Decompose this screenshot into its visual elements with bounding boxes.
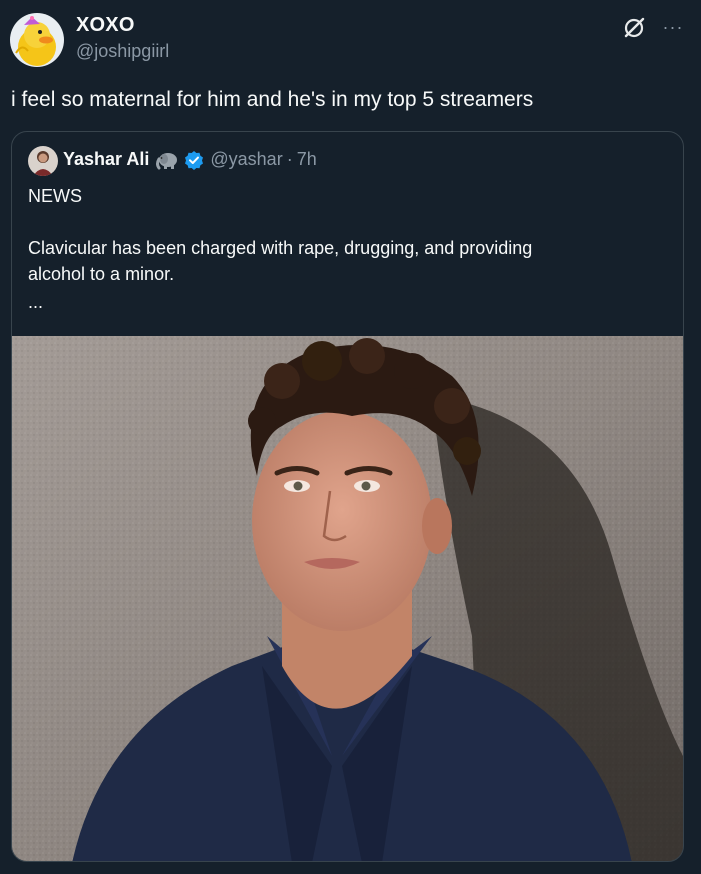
portrait-photo[interactable] [12,336,683,861]
verified-badge-icon [184,150,204,170]
grok-icon[interactable] [621,15,647,41]
post: XOXO @joshipgiirl ··· i feel so maternal… [0,0,701,874]
post-text: i feel so maternal for him and he's in m… [11,88,534,111]
person-avatar-icon [28,146,58,176]
quote-header: Yashar Ali @yashar · 7h [63,149,317,170]
separator-dot: · [286,149,293,169]
quote-author-avatar[interactable] [28,146,58,176]
author-handle[interactable]: @joshipgiirl [76,41,169,62]
author-display-name[interactable]: XOXO [76,14,135,37]
more-icon[interactable]: ··· [660,14,686,40]
quote-author-name[interactable]: Yashar Ali [63,149,149,170]
quote-text-line: ... [28,292,44,312]
elephant-icon [155,150,179,170]
quote-author-handle[interactable]: @yashar [210,149,282,170]
quote-text-line: Clavicular has been charged with rape, d… [28,238,533,258]
quoted-post[interactable]: Yashar Ali @yashar · 7h NEWS Clavicular … [11,131,684,862]
quote-timestamp[interactable]: 7h [297,149,317,170]
author-avatar[interactable] [10,13,64,67]
quote-text-line: alcohol to a minor. [28,264,175,284]
quote-text-line: NEWS [28,186,82,206]
duck-avatar-icon [10,13,64,67]
